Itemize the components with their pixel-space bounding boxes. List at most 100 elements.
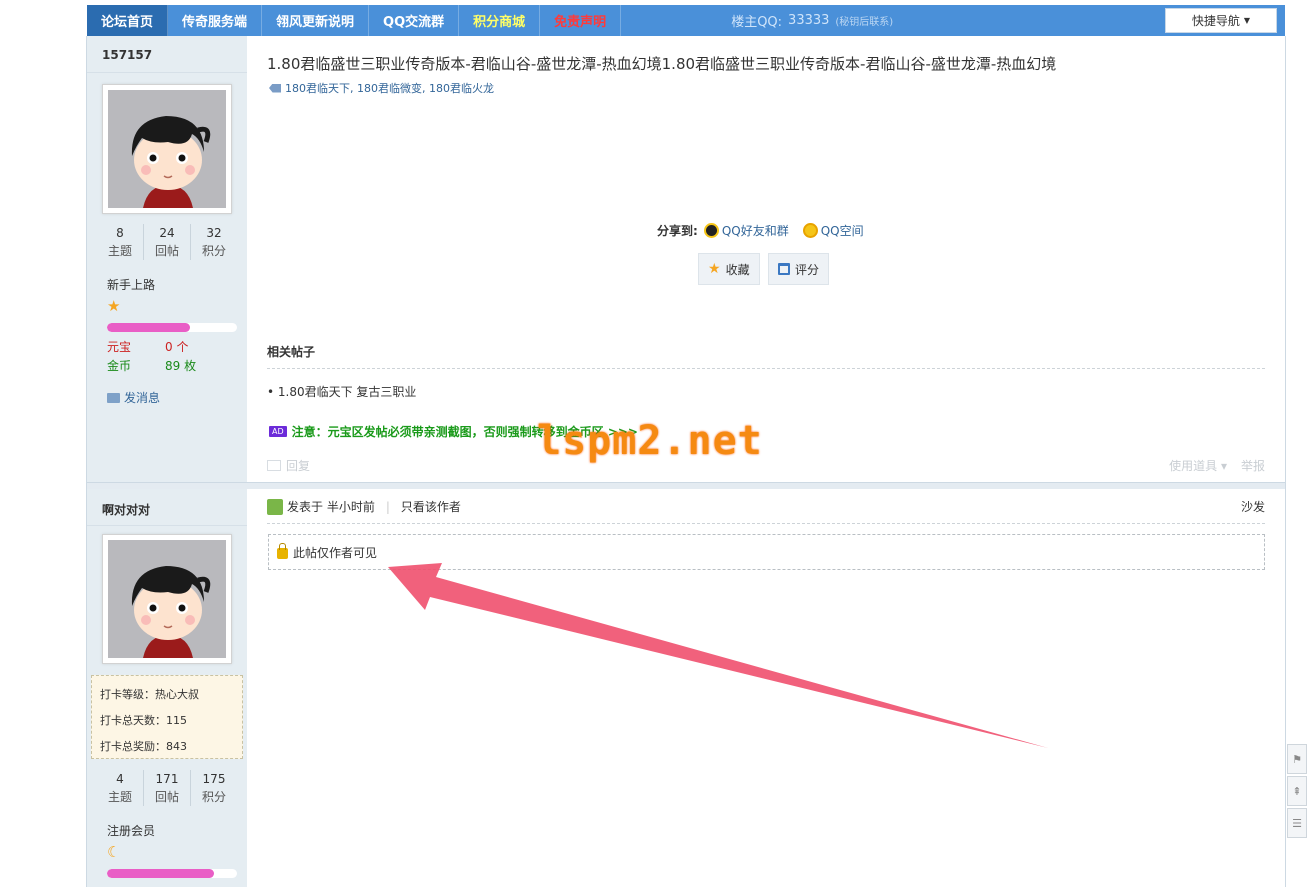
floating-toolbar: ⚑ ⇞ ☰ — [1287, 744, 1307, 840]
divider — [267, 368, 1265, 369]
related-post-link[interactable]: • 1.80君临天下 复古三职业 — [267, 383, 416, 400]
qzone-star-icon — [802, 223, 818, 238]
avatar-image — [108, 540, 226, 658]
frame-right-border — [1285, 36, 1286, 887]
stat-replies-label: 回帖 — [154, 790, 179, 804]
forum-thread-page: 论坛首页 传奇服务端 翎风更新说明 QQ交流群 积分商城 免责声明 楼主QQ: … — [0, 0, 1307, 887]
envelope-icon — [107, 392, 120, 403]
currency-yuanbao: 元宝 0 个 — [107, 338, 188, 357]
thread-tags: 180君临天下, 180君临微变, 180君临火龙 — [269, 80, 494, 96]
stat-topics-label: 主题 — [107, 790, 132, 804]
favorite-button[interactable]: ★ 收藏 — [698, 253, 760, 285]
posted-time: 发表于 半小时前 — [287, 500, 375, 514]
related-posts-title: 相关帖子 — [267, 345, 316, 359]
checkin-level: 打卡等级：热心大叔 — [100, 688, 199, 701]
quick-nav-label: 快捷导航 — [1191, 14, 1240, 28]
yuanbao-label: 元宝 — [107, 340, 132, 354]
reply-icon — [267, 460, 281, 471]
cartoon-avatar-icon — [108, 90, 226, 208]
nav-home[interactable]: 论坛首页 — [87, 5, 169, 36]
avatar-image — [108, 90, 226, 208]
stat-points-label: 积分 — [201, 244, 226, 258]
star-icon: ★ — [107, 297, 121, 315]
owner-qq: 楼主QQ: 33333 (秘钥后联系) — [731, 5, 893, 36]
post-tools: 使用道具 ▾ 举报 — [1169, 457, 1265, 474]
top-nav: 论坛首页 传奇服务端 翎风更新说明 QQ交流群 积分商城 免责声明 楼主QQ: … — [87, 5, 1285, 36]
stat-replies[interactable]: 24 回帖 — [144, 224, 191, 260]
gold-value: 89 枚 — [165, 359, 197, 373]
favorite-label: 收藏 — [725, 262, 750, 277]
send-message-link[interactable]: 发消息 — [107, 389, 160, 406]
stat-replies-label: 回帖 — [154, 244, 179, 258]
user-level[interactable]: 注册会员 — [107, 822, 155, 839]
divider — [267, 523, 1265, 524]
post-divider — [87, 482, 1285, 489]
owner-qq-value: 33333 — [788, 13, 830, 28]
post-meta: 发表于 半小时前 | 只看该作者 沙发 — [267, 498, 1265, 515]
share-label: 分享到: — [657, 224, 698, 238]
stat-topics[interactable]: 8 主题 — [97, 224, 144, 260]
post-meta-left: 发表于 半小时前 | 只看该作者 — [267, 498, 461, 515]
cartoon-avatar-icon — [108, 540, 226, 658]
level-progress-fill — [107, 323, 191, 332]
nav-update-notes[interactable]: 翎风更新说明 — [262, 5, 370, 36]
stat-topics-num: 4 — [116, 772, 124, 786]
send-message-label: 发消息 — [124, 391, 161, 405]
floor-number[interactable]: 沙发 — [1241, 498, 1265, 515]
use-tools-button[interactable]: 使用道具 ▾ — [1169, 457, 1227, 474]
list-icon[interactable]: ☰ — [1287, 808, 1307, 838]
owner-qq-note: (秘钥后联系) — [835, 17, 894, 28]
ad-badge: AD — [269, 426, 287, 437]
share-qq-link[interactable]: QQ好友和群 — [703, 222, 789, 239]
report-button[interactable]: 举报 — [1241, 457, 1265, 474]
quick-nav-button[interactable]: 快捷导航 ▼ — [1165, 8, 1277, 33]
tag-icon — [269, 83, 281, 93]
user-level[interactable]: 新手上路 — [107, 276, 155, 293]
moon-icon: ☾ — [107, 843, 121, 861]
qq-penguin-icon — [703, 223, 719, 238]
stat-replies-num: 24 — [159, 226, 175, 240]
only-author-link[interactable]: 只看该作者 — [401, 498, 461, 515]
nav-server[interactable]: 传奇服务端 — [168, 5, 263, 36]
owner-qq-label: 楼主QQ: — [731, 15, 783, 30]
lock-icon — [277, 543, 288, 559]
stat-replies[interactable]: 171 回帖 — [144, 770, 191, 806]
gold-label: 金币 — [107, 359, 132, 373]
checkin-info: 打卡等级：热心大叔 打卡总天数：115 打卡总奖励：843 — [91, 675, 243, 759]
author-name[interactable]: 157157 — [102, 48, 152, 62]
reply-button[interactable]: 回复 — [267, 457, 310, 474]
share-qq-label: QQ好友和群 — [721, 224, 789, 238]
nav-points-shop[interactable]: 积分商城 — [459, 5, 541, 36]
feedback-icon[interactable]: ⚑ — [1287, 744, 1307, 774]
stat-topics[interactable]: 4 主题 — [97, 770, 144, 806]
avatar[interactable] — [102, 84, 232, 214]
level-progress-fill — [107, 869, 214, 878]
stat-points-label: 积分 — [201, 790, 226, 804]
post1-content: 1.80君临盛世三职业传奇版本-君临山谷-盛世龙潭-热血幻境1.80君临盛世三职… — [247, 36, 1285, 482]
locked-text: 此帖仅作者可见 — [293, 545, 378, 560]
avatar[interactable] — [102, 534, 232, 664]
separator: | — [385, 499, 390, 514]
back-to-top-icon[interactable]: ⇞ — [1287, 776, 1307, 806]
author-name[interactable]: 啊对对对 — [102, 501, 150, 518]
yuanbao-value: 0 个 — [165, 340, 189, 354]
stat-points-num: 32 — [206, 226, 222, 240]
stat-topics-label: 主题 — [107, 244, 132, 258]
post2-author-panel: 啊对对对 打卡等级：热心大叔 打卡总天数：115 打卡总奖励：843 4 主题 … — [87, 489, 247, 887]
divider — [87, 525, 247, 526]
post1-author-panel: 157157 8 主题 24 回帖 32 积分 新手上路 ★ 元宝 0 个 金币… — [87, 36, 247, 482]
stat-topics-num: 8 — [116, 226, 124, 240]
stat-points[interactable]: 32 积分 — [191, 224, 237, 260]
level-progress-bar — [107, 869, 237, 878]
author-stats: 8 主题 24 回帖 32 积分 — [97, 224, 237, 260]
tag-links[interactable]: 180君临天下, 180君临微变, 180君临火龙 — [285, 80, 494, 96]
star-icon: ★ — [708, 261, 721, 277]
share-qzone-label: QQ空间 — [820, 224, 864, 238]
rate-label: 评分 — [795, 262, 820, 277]
share-qzone-link[interactable]: QQ空间 — [802, 222, 864, 239]
rate-button[interactable]: 评分 — [768, 253, 830, 285]
stat-points[interactable]: 175 积分 — [191, 770, 237, 806]
nav-qq-group[interactable]: QQ交流群 — [369, 5, 460, 36]
stat-points-num: 175 — [202, 772, 226, 786]
nav-disclaimer[interactable]: 免责声明 — [540, 5, 622, 36]
